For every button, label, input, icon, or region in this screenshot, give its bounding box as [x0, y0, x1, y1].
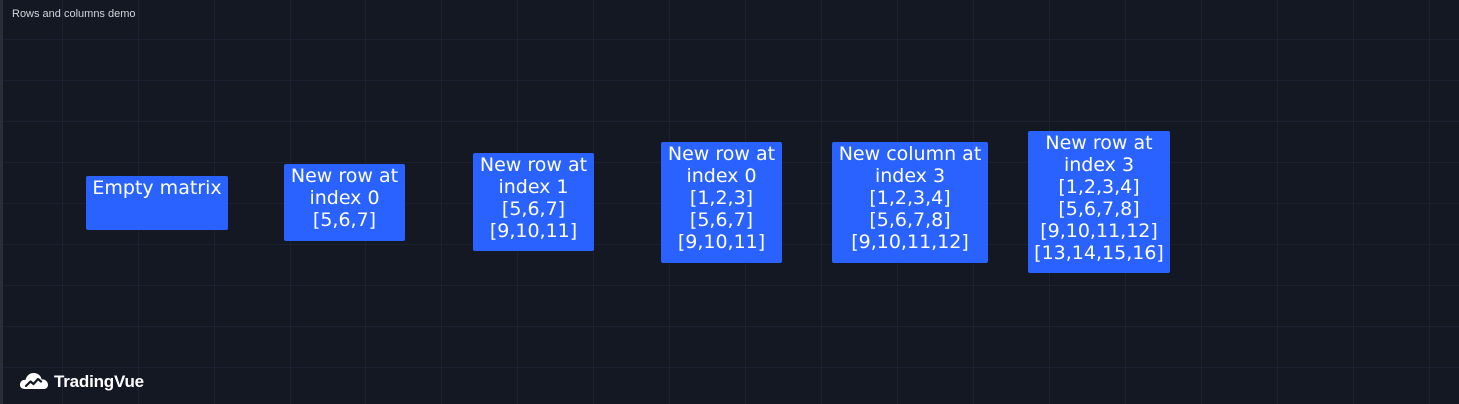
chart-label[interactable]: New row at index 3 [1,2,3,4] [5,6,7,8] […	[1028, 131, 1170, 273]
grid-line-vertical	[62, 0, 63, 404]
label-line: [9,10,11]	[677, 231, 766, 253]
label-line: index 3	[874, 165, 946, 187]
chart-label[interactable]: New row at index 1 [5,6,7] [9,10,11]	[473, 153, 594, 251]
label-line: [1,2,3,4]	[1058, 176, 1140, 198]
label-line: [1,2,3,4]	[869, 187, 951, 209]
label-line: index 1	[498, 176, 569, 198]
label-line: index 0	[686, 165, 757, 187]
chart-pane[interactable]: Rows and columns demo Empty matrix New r…	[0, 0, 1459, 404]
logo-text: TradingVue	[54, 372, 144, 391]
grid-line-vertical	[1277, 0, 1278, 404]
label-line: [5,6,7]	[501, 198, 566, 220]
grid-line-vertical	[1353, 0, 1354, 404]
label-line: index 3	[1063, 154, 1135, 176]
grid-line-horizontal	[3, 367, 1459, 368]
grid-line-vertical	[441, 0, 442, 404]
tradingvue-cloud-icon	[18, 369, 50, 396]
label-line: [5,6,7]	[312, 209, 377, 231]
label-line: New row at	[1045, 132, 1153, 154]
grid-line-horizontal	[3, 121, 1459, 122]
grid-line-vertical	[1429, 0, 1430, 404]
chart-label[interactable]: New row at index 0 [1,2,3] [5,6,7] [9,10…	[661, 142, 782, 263]
label-line: [5,6,7,8]	[1058, 198, 1140, 220]
grid-line-vertical	[1201, 0, 1202, 404]
label-line: New row at	[667, 143, 776, 165]
grid-line-horizontal	[3, 285, 1459, 286]
grid-line-vertical	[821, 0, 822, 404]
chart-label[interactable]: New row at index 0 [5,6,7]	[284, 164, 405, 241]
label-line: index 0	[309, 187, 380, 209]
chart-label[interactable]: Empty matrix	[86, 176, 228, 230]
label-line: [5,6,7,8]	[869, 209, 951, 231]
label-line: Empty matrix	[92, 177, 222, 199]
label-line: [5,6,7]	[689, 209, 754, 231]
label-line: New row at	[290, 165, 399, 187]
chart-label[interactable]: New column at index 3 [1,2,3,4] [5,6,7,8…	[832, 142, 988, 263]
pane-left-border	[0, 0, 3, 404]
label-line: [1,2,3]	[689, 187, 754, 209]
grid-line-horizontal	[3, 326, 1459, 327]
label-line: New column at	[838, 143, 982, 165]
label-line: [13,14,15,16]	[1034, 242, 1164, 264]
tradingvue-logo[interactable]: TradingVue	[18, 368, 144, 396]
label-line: [9,10,11,12]	[851, 231, 969, 253]
label-line: [9,10,11,12]	[1040, 220, 1158, 242]
pane-title: Rows and columns demo	[12, 8, 136, 20]
label-line: New row at	[479, 154, 588, 176]
grid-line-horizontal	[3, 80, 1459, 81]
grid-line-horizontal	[3, 39, 1459, 40]
label-line: [9,10,11]	[489, 220, 578, 242]
